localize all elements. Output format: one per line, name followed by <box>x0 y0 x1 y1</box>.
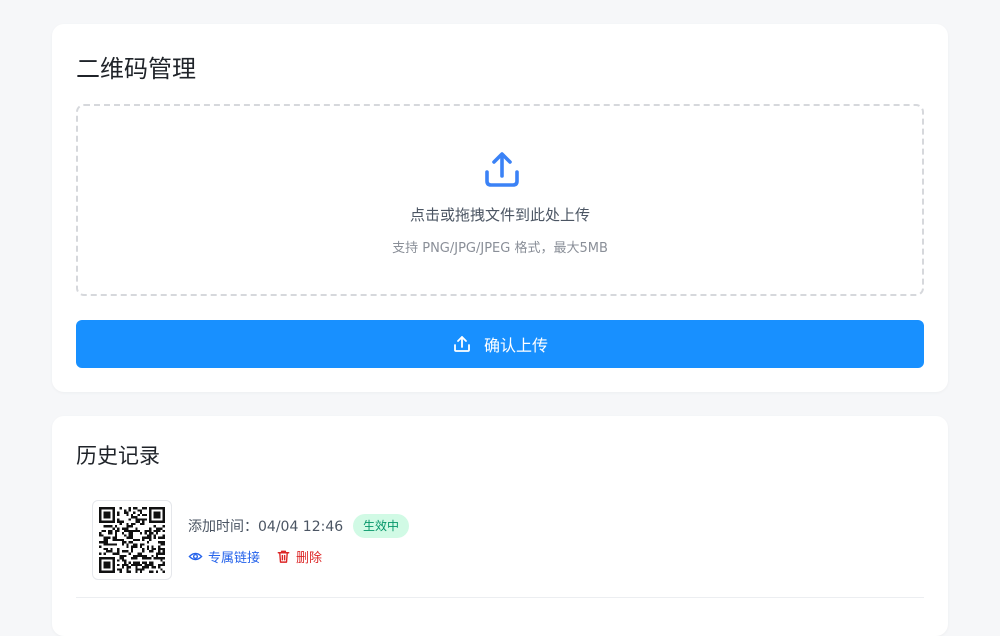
history-title: 历史记录 <box>76 444 160 468</box>
upload-dropzone[interactable]: 点击或拖拽文件到此处上传 支持 PNG/JPG/JPEG 格式，最大5MB <box>76 104 924 296</box>
eye-icon <box>188 552 203 561</box>
qr-thumbnail[interactable] <box>92 500 172 580</box>
upload-icon <box>485 152 519 187</box>
dropzone-instruction: 点击或拖拽文件到此处上传 <box>409 206 590 224</box>
record-time: 添加时间：04/04 12:46 <box>188 516 343 536</box>
exclusive-link-label: 专属链接 <box>208 551 261 566</box>
history-card: 历史记录 添加时间：04/04 12:46 生效中 专属链接 删除 <box>52 416 948 636</box>
record-time-value: 04/04 12:46 <box>258 519 344 535</box>
delete-label: 删除 <box>296 551 323 566</box>
trash-icon <box>277 550 290 563</box>
record-actions: 专属链接 删除 <box>188 547 322 566</box>
list-item: 添加时间：04/04 12:46 生效中 专属链接 删除 <box>76 500 924 598</box>
confirm-upload-label: 确认上传 <box>483 338 548 355</box>
upload-card: 二维码管理 点击或拖拽文件到此处上传 支持 PNG/JPG/JPEG 格式，最大… <box>52 24 948 392</box>
upload-icon <box>454 336 470 352</box>
page-title: 二维码管理 <box>76 55 196 83</box>
confirm-upload-button[interactable]: 确认上传 <box>76 320 924 368</box>
exclusive-link-button[interactable]: 专属链接 <box>188 547 260 566</box>
delete-button[interactable]: 删除 <box>276 547 322 566</box>
dropzone-format-hint: 支持 PNG/JPG/JPEG 格式，最大5MB <box>392 241 608 256</box>
record-time-label: 添加时间： <box>188 519 258 535</box>
qr-code-icon <box>99 507 165 573</box>
status-badge: 生效中 <box>353 514 410 538</box>
